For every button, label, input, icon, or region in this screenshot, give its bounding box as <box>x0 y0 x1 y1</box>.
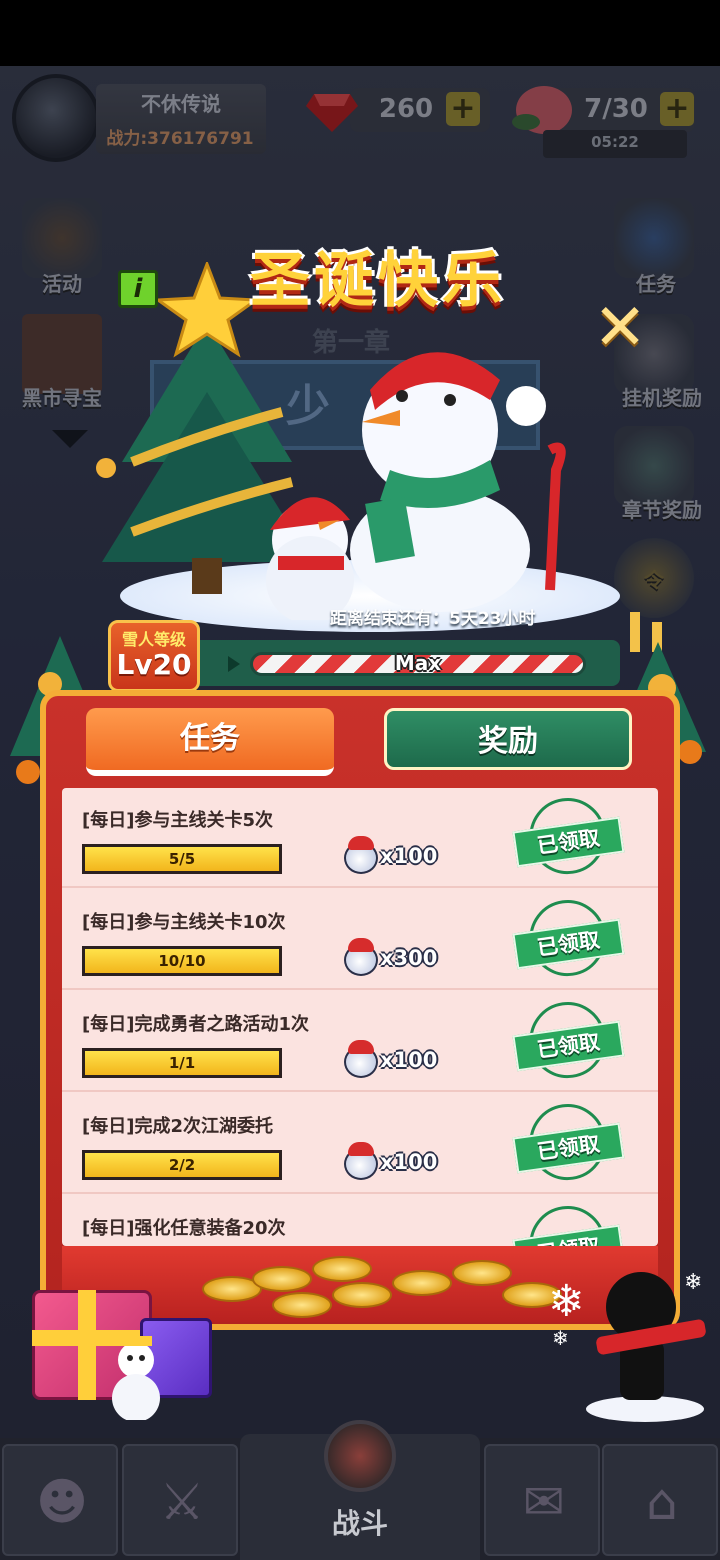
task-progress-bar: 10/10 <box>82 946 282 976</box>
nav-equipment[interactable]: ⚔ <box>122 1444 238 1556</box>
task-progress-text: 2/2 <box>168 1156 196 1174</box>
snowman-level-progress-label: Max <box>394 651 442 675</box>
task-title: [每日]完成2次江湖委托 <box>82 1116 273 1137</box>
snowman-illustration <box>250 330 570 624</box>
close-button[interactable]: ✕ <box>592 296 648 360</box>
level-arrow-icon <box>228 656 240 672</box>
nav-hero[interactable]: ☻ <box>2 1444 118 1556</box>
snowflake-icon: ❄ <box>552 1326 569 1350</box>
tab-tasks[interactable]: 任务 <box>86 708 334 776</box>
coin-icon <box>272 1292 332 1318</box>
snowman-level-value: Lv20 <box>116 648 192 681</box>
coin-icon <box>252 1266 312 1292</box>
snowman-head-icon <box>344 836 378 874</box>
task-title: [每日]完成勇者之路活动1次 <box>82 1014 309 1035</box>
task-progress-bar: 5/5 <box>82 844 282 874</box>
event-countdown: 距离结束还有：5天23小时 <box>330 609 536 629</box>
event-title: 圣诞快乐 <box>250 246 506 316</box>
task-row: [每日]参与主线关卡5次 5/5 x100 已领取 <box>62 788 658 888</box>
battle-label: 战斗 <box>331 1507 388 1540</box>
sword-icon: ⚔ <box>159 1473 205 1531</box>
small-snowman-icon <box>104 1336 168 1424</box>
claimed-stamp: 已领取 <box>510 1099 626 1185</box>
battle-icon <box>324 1420 396 1492</box>
task-row: [每日]参与主线关卡10次 10/10 x300 已领取 <box>62 890 658 990</box>
coin-icon <box>392 1270 452 1296</box>
snowflake-icon: ❄ <box>684 1270 703 1295</box>
info-button[interactable]: i <box>118 270 158 308</box>
task-progress-text: 5/5 <box>168 850 196 868</box>
task-progress-bar: 2/2 <box>82 1150 282 1180</box>
claimed-stamp: 已领取 <box>510 997 626 1083</box>
claimed-stamp: 已领取 <box>510 895 626 981</box>
snowman-head-icon <box>344 1040 378 1078</box>
task-title: [每日]强化任意装备20次 <box>82 1218 286 1239</box>
claimed-label: 已领取 <box>512 816 625 868</box>
claimed-stamp: 已领取 <box>510 793 626 879</box>
task-title: [每日]参与主线关卡5次 <box>82 810 273 831</box>
coin-icon <box>312 1256 372 1282</box>
snowflake-icon: ❄ <box>548 1276 585 1327</box>
coin-icon <box>452 1260 512 1286</box>
task-row: [每日]完成2次江湖委托 2/2 x100 已领取 <box>62 1094 658 1194</box>
claimed-label: 已领取 <box>512 1122 625 1174</box>
claimed-label: 已领取 <box>512 1020 625 1072</box>
task-title: [每日]参与主线关卡10次 <box>82 912 286 933</box>
reward-amount: x100 <box>380 1048 438 1072</box>
coin-icon <box>332 1282 392 1308</box>
task-list[interactable]: [每日]参与主线关卡5次 5/5 x100 已领取 [每日]参与主线关卡10次 … <box>62 788 658 1246</box>
snowman-head-icon <box>344 938 378 976</box>
claimed-stamp: 已领取 <box>510 1201 626 1246</box>
task-progress-bar: 1/1 <box>82 1048 282 1078</box>
claimed-label: 已领取 <box>512 918 625 970</box>
snowman-level-label: 雪人等级 <box>121 630 186 649</box>
reward-amount: x100 <box>380 844 438 868</box>
nav-scroll[interactable]: ✉ <box>484 1444 600 1556</box>
snowman-head-icon <box>344 1142 378 1180</box>
task-row: [每日]完成勇者之路活动1次 1/1 x100 已领取 <box>62 992 658 1092</box>
guild-icon: ⌂ <box>646 1473 678 1531</box>
task-progress-text: 1/1 <box>168 1054 196 1072</box>
task-row: [每日]强化任意装备20次 已领取 <box>62 1196 658 1246</box>
scroll-icon: ✉ <box>523 1473 565 1531</box>
reward-amount: x100 <box>380 1150 438 1174</box>
reward-amount: x300 <box>380 946 438 970</box>
nav-guild[interactable]: ⌂ <box>602 1444 718 1556</box>
task-progress-text: 10/10 <box>158 952 206 970</box>
hero-icon: ☻ <box>35 1473 89 1531</box>
tab-rewards[interactable]: 奖励 <box>384 708 632 770</box>
